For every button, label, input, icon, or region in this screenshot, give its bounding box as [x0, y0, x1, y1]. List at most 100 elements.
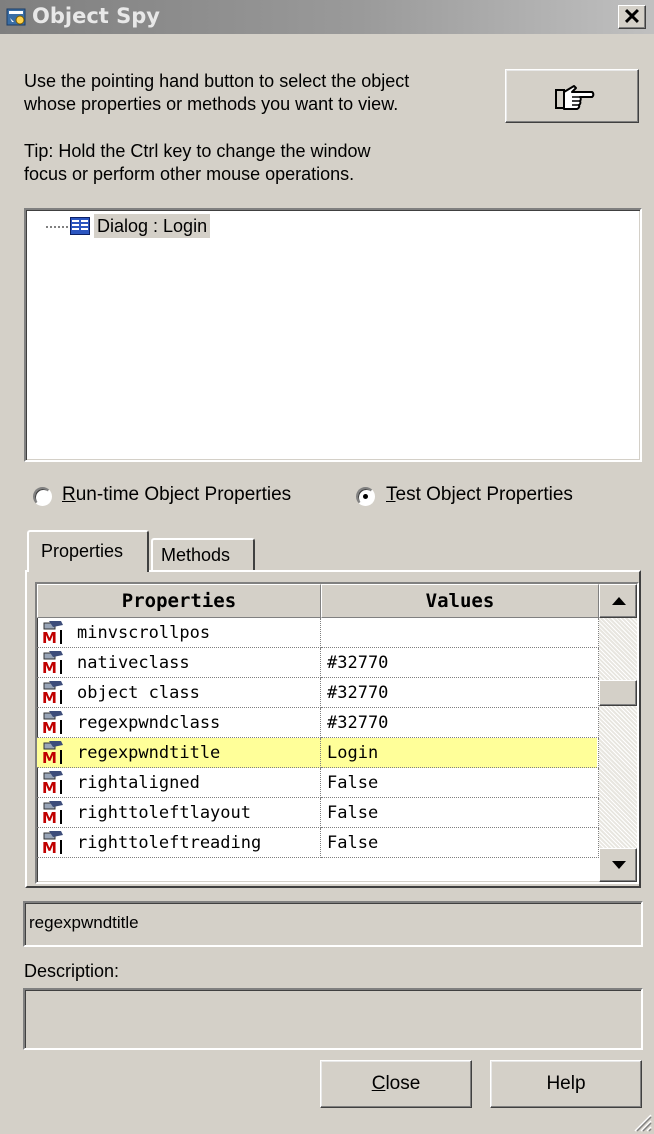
property-value-cell[interactable]: #32770 [321, 708, 599, 738]
property-icon: M [42, 681, 63, 706]
property-value: Login [327, 743, 379, 763]
window-title: Object Spy [32, 4, 160, 28]
test-label-text: est Object Properties [395, 484, 573, 505]
svg-text:M: M [42, 629, 57, 646]
property-name: object class [77, 683, 200, 703]
table-row[interactable]: Mrightaligned False [37, 768, 599, 798]
svg-text:M: M [42, 809, 57, 826]
scroll-thumb[interactable] [599, 680, 637, 706]
runtime-accelerator: R [62, 484, 76, 505]
table-row[interactable]: Mrighttoleftreading False [37, 828, 599, 858]
property-grid[interactable]: Properties Values Mminvscrollpos Mnativec… [37, 584, 637, 882]
property-name-cell[interactable]: Mrightaligned [37, 768, 321, 798]
property-name: minvscrollpos [77, 623, 211, 643]
runtime-properties-label[interactable]: Run-time Object Properties [62, 484, 291, 506]
property-name-cell[interactable]: Mrighttoleftlayout [37, 798, 321, 828]
tree-item-dialog-login[interactable]: Dialog : Login [94, 214, 211, 238]
runtime-properties-radio[interactable] [33, 487, 52, 506]
svg-text:M: M [42, 659, 57, 676]
description-label: Description: [24, 961, 120, 981]
property-name-cell[interactable]: Mnativeclass [37, 648, 321, 678]
property-icon: M [42, 771, 63, 796]
scroll-up-button[interactable] [599, 584, 637, 618]
property-value-cell[interactable]: False [321, 768, 599, 798]
svg-text:M: M [42, 719, 57, 736]
property-name: righttoleftreading [77, 833, 262, 853]
table-row[interactable]: Mnativeclass #32770 [37, 648, 599, 678]
table-row[interactable]: Mminvscrollpos [37, 618, 599, 648]
property-value-cell[interactable]: False [321, 798, 599, 828]
svg-text:M: M [42, 689, 57, 706]
tip-line-1: Tip: Hold the Ctrl key to change the win… [24, 141, 371, 161]
pointing-hand-button[interactable] [505, 69, 639, 123]
dialog-icon [70, 217, 90, 235]
column-header-values[interactable]: Values [321, 584, 599, 618]
property-value-cell[interactable]: Login [321, 738, 599, 768]
property-icon: M [42, 621, 63, 646]
resize-grip-icon[interactable] [632, 1112, 652, 1132]
property-name: righttoleftlayout [77, 803, 251, 823]
property-value-cell[interactable]: False [321, 828, 599, 858]
tab-properties[interactable]: Properties [27, 530, 149, 572]
test-accelerator: T [386, 484, 396, 505]
vertical-scrollbar[interactable] [599, 584, 637, 882]
property-name-cell[interactable]: Mregexpwndtitle [37, 738, 321, 768]
test-properties-label[interactable]: Test Object Properties [386, 484, 573, 506]
property-name-cell[interactable]: Mobject class [37, 678, 321, 708]
close-accelerator: C [371, 1073, 386, 1094]
description-field [23, 988, 643, 1050]
column-header-properties[interactable]: Properties [37, 584, 321, 618]
property-value-cell[interactable]: #32770 [321, 678, 599, 708]
property-name: rightaligned [77, 773, 200, 793]
property-value: False [327, 833, 379, 853]
property-name-cell[interactable]: Mregexpwndclass [37, 708, 321, 738]
instruction-line-1: Use the pointing hand button to select t… [24, 71, 410, 91]
property-value-cell[interactable] [321, 618, 599, 648]
property-name: regexpwndclass [77, 713, 221, 733]
radio-selected-dot [363, 494, 368, 499]
selected-property-text: regexpwndtitle [29, 913, 139, 932]
property-icon: M [42, 801, 63, 826]
help-label: Help [546, 1073, 586, 1094]
arrow-down-icon [612, 861, 626, 869]
tab-methods-label: Methods [161, 545, 231, 565]
close-icon: ✕ [622, 4, 642, 29]
tab-properties-label: Properties [41, 541, 124, 561]
property-icon: M [42, 741, 63, 766]
table-row[interactable]: Mregexpwndtitle Login [37, 738, 599, 768]
table-row[interactable]: Mregexpwndclass #32770 [37, 708, 599, 738]
instruction-line-2: whose properties or methods you want to … [24, 94, 399, 114]
property-name-cell[interactable]: Mrighttoleftreading [37, 828, 321, 858]
svg-text:M: M [42, 779, 57, 796]
property-value: False [327, 773, 379, 793]
svg-text:M: M [42, 749, 57, 766]
scroll-down-button[interactable] [599, 848, 637, 882]
test-properties-radio[interactable] [356, 487, 375, 506]
property-value-cell[interactable]: #32770 [321, 648, 599, 678]
tree-connector [46, 226, 68, 228]
property-name-cell[interactable]: Mminvscrollpos [37, 618, 321, 648]
property-value: #32770 [327, 653, 389, 673]
arrow-up-icon [612, 597, 626, 605]
property-icon: M [42, 651, 63, 676]
property-value: False [327, 803, 379, 823]
svg-text:M: M [42, 839, 57, 856]
object-tree[interactable] [24, 208, 642, 462]
title-bar[interactable]: Object Spy ✕ [0, 0, 654, 34]
runtime-label-text: un-time Object Properties [75, 484, 292, 505]
property-value: #32770 [327, 713, 389, 733]
property-name: nativeclass [77, 653, 190, 673]
tab-methods[interactable]: Methods [151, 538, 255, 570]
object-spy-app-icon [6, 8, 26, 26]
window-close-button[interactable]: ✕ [618, 5, 646, 29]
table-row[interactable]: Mobject class #32770 [37, 678, 599, 708]
property-icon: M [42, 711, 63, 736]
close-button[interactable]: Close [320, 1060, 472, 1108]
selected-property-field[interactable]: regexpwndtitle [23, 901, 643, 947]
property-value: #32770 [327, 683, 389, 703]
tip-line-2: focus or perform other mouse operations. [24, 164, 355, 184]
help-button[interactable]: Help [490, 1060, 642, 1108]
pointing-hand-icon [555, 85, 595, 110]
table-row[interactable]: Mrighttoleftlayout False [37, 798, 599, 828]
close-label: lose [385, 1073, 421, 1094]
